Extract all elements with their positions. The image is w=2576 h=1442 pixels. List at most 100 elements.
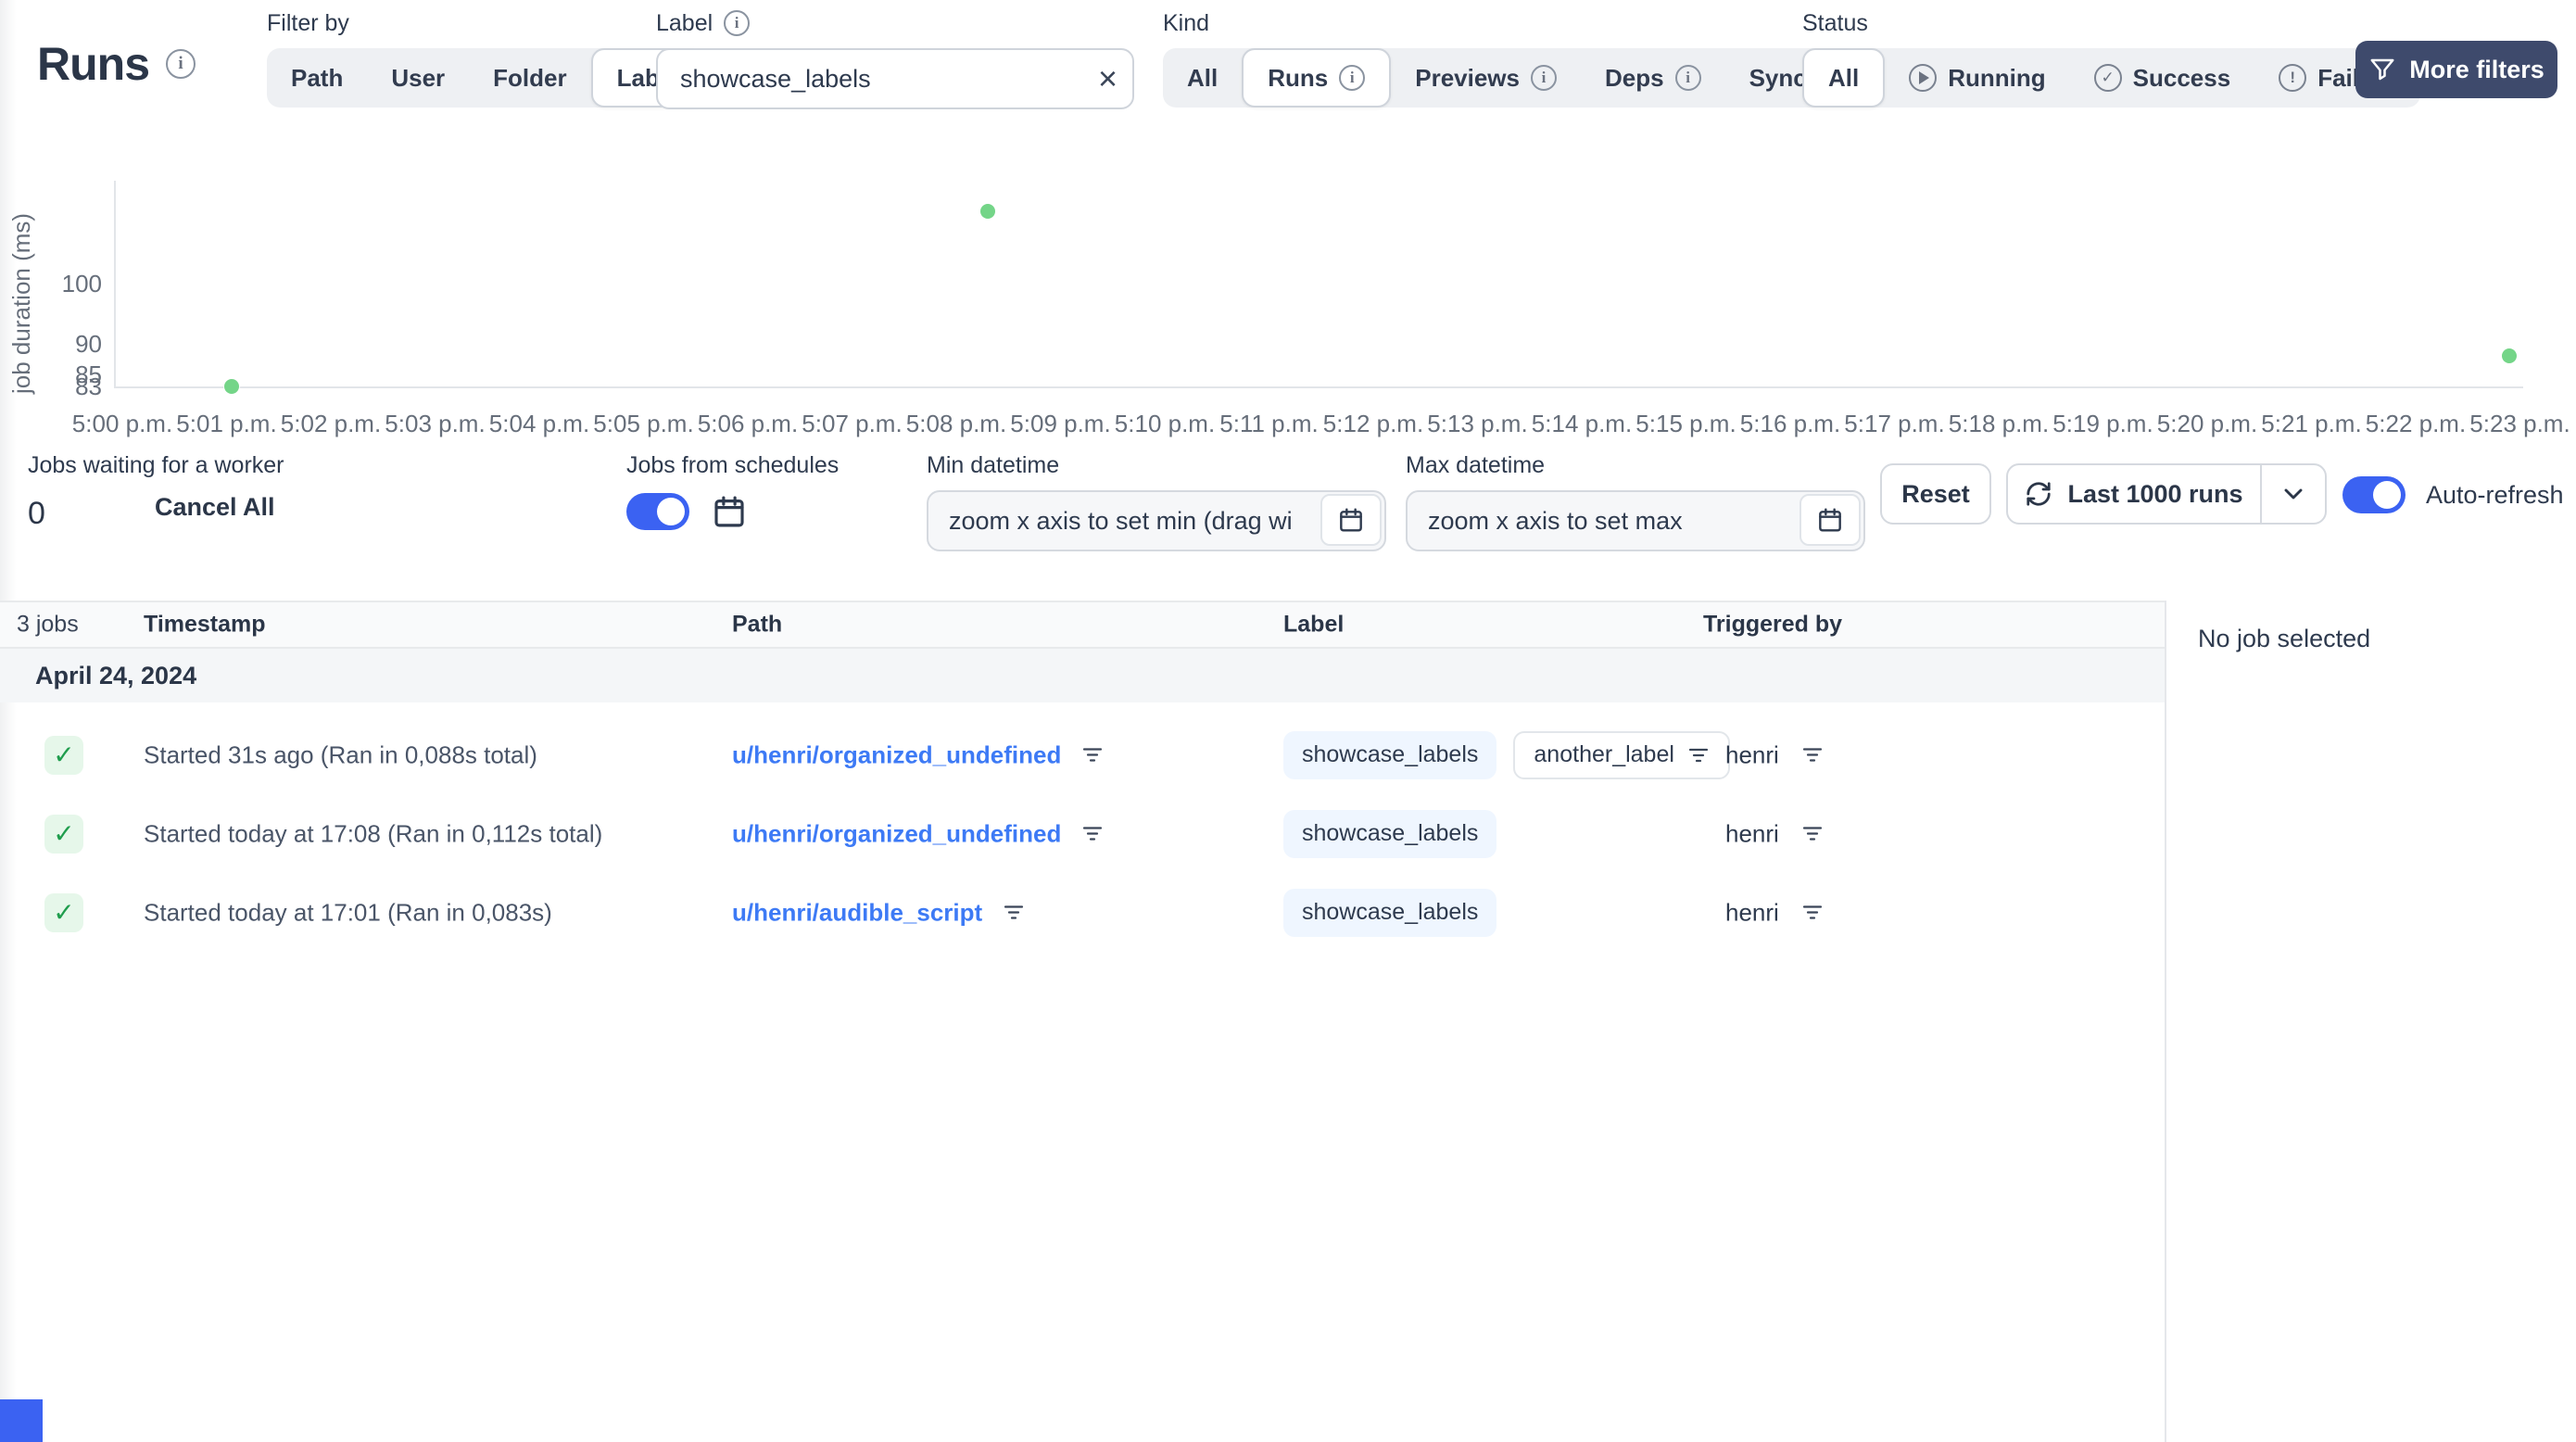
cancel-all-button[interactable]: Cancel All bbox=[155, 493, 275, 522]
filter-by-path-icon[interactable] bbox=[1003, 904, 1025, 922]
chart-x-axis-line bbox=[114, 386, 2523, 388]
row-timestamp: Started today at 17:08 (Ran in 0,112s to… bbox=[144, 819, 603, 847]
runs-limit-dropdown-button[interactable] bbox=[2260, 465, 2325, 523]
jobs-waiting-label: Jobs waiting for a worker bbox=[28, 452, 284, 478]
filter-by-path-icon[interactable] bbox=[1081, 825, 1104, 843]
max-datetime-calendar-button[interactable] bbox=[1799, 494, 1861, 546]
table-row[interactable]: ✓ Started 31s ago (Ran in 0,088s total) … bbox=[0, 715, 2165, 794]
filter-by-user-icon[interactable] bbox=[1801, 825, 1824, 843]
x-axis-tick: 5:23 p.m. bbox=[2469, 410, 2570, 437]
filter-by-folder[interactable]: Folder bbox=[469, 48, 590, 108]
run-data-point[interactable] bbox=[2502, 348, 2518, 364]
x-axis-tick: 5:20 p.m. bbox=[2156, 410, 2258, 437]
status-all[interactable]: All bbox=[1802, 48, 1886, 108]
row-timestamp: Started today at 17:01 (Ran in 0,083s) bbox=[144, 898, 552, 926]
label-filter-label: Label bbox=[656, 9, 713, 36]
row-path-link[interactable]: u/henri/audible_script bbox=[732, 898, 982, 927]
filter-by-user-icon[interactable] bbox=[1801, 746, 1824, 765]
table-row[interactable]: ✓ Started today at 17:01 (Ran in 0,083s)… bbox=[0, 873, 2165, 952]
page-title-text: Runs bbox=[37, 38, 150, 90]
label-badge[interactable]: showcase_labels bbox=[1283, 730, 1497, 779]
status-success-badge: ✓ bbox=[44, 892, 83, 932]
kind-deps[interactable]: Deps i bbox=[1581, 48, 1725, 108]
filter-by-user-icon[interactable] bbox=[1801, 904, 1824, 922]
clear-label-icon[interactable]: × bbox=[1098, 62, 1118, 95]
alert-circle-icon: ! bbox=[2279, 64, 2307, 92]
label-filter-input[interactable] bbox=[656, 48, 1134, 109]
calendar-icon[interactable] bbox=[710, 492, 749, 531]
row-path-link[interactable]: u/henri/organized_undefined bbox=[732, 819, 1061, 848]
reset-button[interactable]: Reset bbox=[1880, 463, 1991, 525]
label-info-icon[interactable]: i bbox=[724, 10, 751, 36]
x-axis-tick: 5:06 p.m. bbox=[697, 410, 799, 437]
more-filters-button[interactable]: More filters bbox=[2355, 41, 2557, 98]
status-success-badge: ✓ bbox=[44, 814, 83, 854]
filter-by-path[interactable]: Path bbox=[267, 48, 367, 108]
x-axis-tick: 5:07 p.m. bbox=[802, 410, 903, 437]
x-axis-tick: 5:19 p.m. bbox=[2052, 410, 2153, 437]
label-badge[interactable]: another_label bbox=[1513, 730, 1730, 779]
info-icon: i bbox=[1674, 65, 1701, 91]
filter-by-segment: Path User Folder Label bbox=[267, 48, 706, 108]
kind-group: Kind All Runsi Previewsi Depsi Synci bbox=[1163, 9, 1868, 108]
label-badge[interactable]: showcase_labels bbox=[1283, 888, 1497, 937]
status-running[interactable]: Running bbox=[1885, 48, 2069, 108]
filter-by-label-icon[interactable] bbox=[1687, 746, 1710, 765]
max-datetime-label: Max datetime bbox=[1406, 452, 1546, 478]
run-data-point[interactable] bbox=[979, 203, 995, 219]
min-datetime-calendar-button[interactable] bbox=[1320, 494, 1382, 546]
row-path-cell: u/henri/organized_undefined bbox=[732, 819, 1104, 848]
y-axis-tick: 83 bbox=[75, 373, 102, 400]
status-group: Status All Running ✓ Success ! Failure bbox=[1802, 9, 2421, 108]
calendar-icon bbox=[1819, 508, 1841, 532]
status-success[interactable]: ✓ Success bbox=[2070, 48, 2255, 108]
row-timestamp: Started 31s ago (Ran in 0,088s total) bbox=[144, 740, 537, 768]
row-triggered-by: henri bbox=[1725, 740, 1779, 768]
min-datetime-input[interactable] bbox=[927, 490, 1386, 551]
x-axis-tick: 5:22 p.m. bbox=[2365, 410, 2467, 437]
calendar-icon bbox=[1340, 508, 1362, 532]
column-timestamp: Timestamp bbox=[144, 611, 266, 638]
run-data-point[interactable] bbox=[224, 379, 240, 394]
row-triggered-by-cell: henri bbox=[1725, 819, 1824, 848]
row-triggered-by: henri bbox=[1725, 819, 1779, 847]
info-icon[interactable]: i bbox=[166, 49, 196, 79]
check-circle-icon: ✓ bbox=[2093, 64, 2122, 92]
check-icon: ✓ bbox=[53, 740, 75, 769]
x-axis-tick: 5:12 p.m. bbox=[1322, 410, 1424, 437]
x-axis-tick: 5:11 p.m. bbox=[1219, 410, 1319, 437]
max-datetime-input[interactable] bbox=[1406, 490, 1865, 551]
jobs-from-schedules-toggle[interactable] bbox=[626, 493, 689, 530]
filter-by-path-icon[interactable] bbox=[1081, 746, 1104, 765]
runs-table-header: 3 jobs Timestamp Path Label Triggered by bbox=[0, 601, 2165, 649]
x-axis-tick: 5:03 p.m. bbox=[385, 410, 486, 437]
label-badge[interactable]: showcase_labels bbox=[1283, 809, 1497, 858]
x-axis-tick: 5:01 p.m. bbox=[176, 410, 277, 437]
kind-previews[interactable]: Previews i bbox=[1391, 48, 1581, 108]
no-job-selected-text: No job selected bbox=[2198, 625, 2371, 652]
y-axis-tick: 100 bbox=[61, 270, 102, 297]
page-title: Runs i bbox=[37, 37, 196, 91]
date-group-header: April 24, 2024 bbox=[0, 649, 2165, 702]
label-filter-group: Label i × bbox=[656, 9, 1134, 109]
job-duration-chart[interactable]: job duration (ms) 100 90 85 83 5:00 p.m. 5:0… bbox=[0, 139, 2576, 449]
kind-runs[interactable]: Runs i bbox=[1242, 48, 1392, 108]
column-triggered-by: Triggered by bbox=[1703, 611, 1843, 638]
play-circle-icon bbox=[1909, 64, 1938, 92]
x-axis-tick: 5:17 p.m. bbox=[1844, 410, 1945, 437]
x-axis-tick: 5:02 p.m. bbox=[280, 410, 382, 437]
x-axis-tick: 5:15 p.m. bbox=[1635, 410, 1736, 437]
filter-by-group: Filter by Path User Folder Label bbox=[267, 9, 706, 108]
status-success-badge: ✓ bbox=[44, 735, 83, 775]
kind-all[interactable]: All bbox=[1163, 48, 1242, 108]
x-axis-tick: 5:10 p.m. bbox=[1114, 410, 1216, 437]
x-axis-tick: 5:08 p.m. bbox=[905, 410, 1007, 437]
row-triggered-by-cell: henri bbox=[1725, 740, 1824, 769]
row-path-link[interactable]: u/henri/organized_undefined bbox=[732, 740, 1061, 769]
status-label: Status bbox=[1802, 9, 1868, 36]
filter-by-user[interactable]: User bbox=[367, 48, 469, 108]
auto-refresh-toggle[interactable] bbox=[2342, 476, 2406, 513]
table-row[interactable]: ✓ Started today at 17:08 (Ran in 0,112s … bbox=[0, 794, 2165, 873]
row-path-cell: u/henri/audible_script bbox=[732, 898, 1025, 927]
runs-limit-button[interactable]: Last 1000 runs bbox=[2008, 465, 2260, 523]
